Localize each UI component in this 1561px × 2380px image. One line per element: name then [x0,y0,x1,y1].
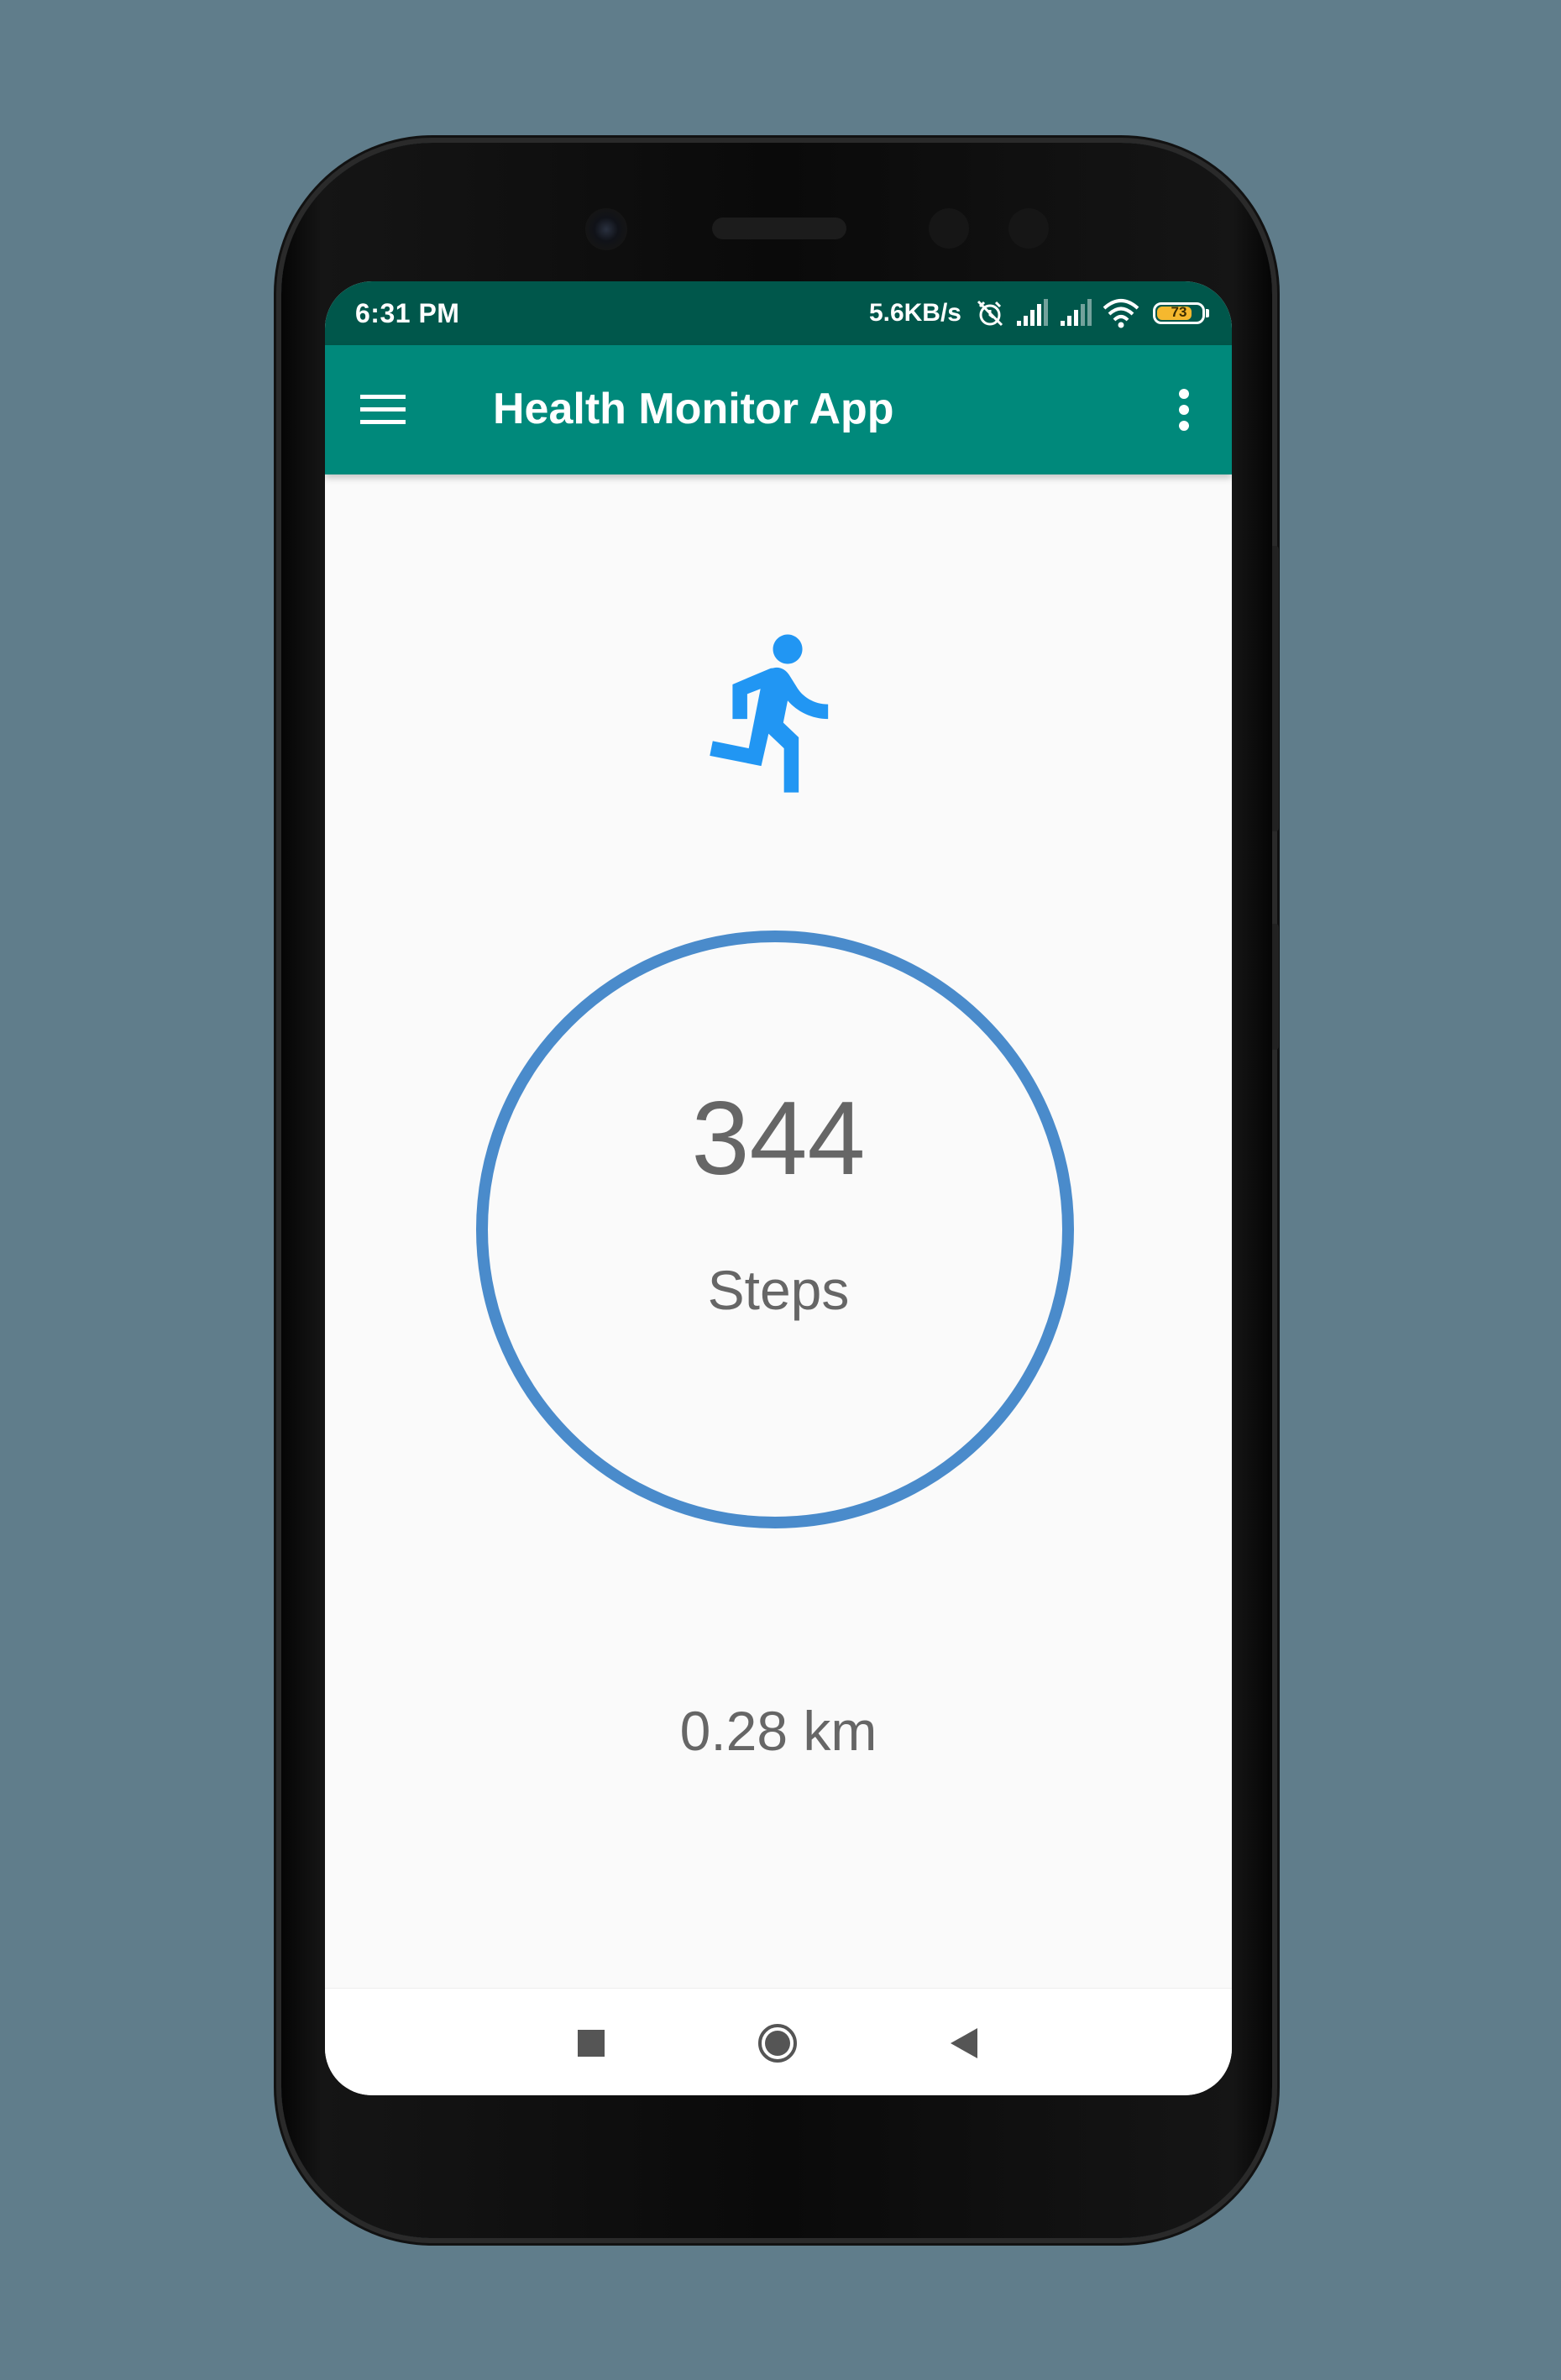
wifi-icon [1103,299,1139,328]
power-button [1272,924,1279,1050]
more-vert-icon[interactable] [1161,382,1207,438]
back-icon[interactable] [935,2014,993,2073]
distance-value: 0.28 km [679,1700,877,1762]
status-icons: 5.6KB/s 73 [868,295,1209,332]
system-nav-bar [325,1988,1232,2095]
directions-run-icon [710,634,829,793]
signal-icon [1061,299,1092,326]
status-bar: 6:31 PM 5.6KB/s 73 [325,281,1232,345]
signal-icon [1017,299,1048,326]
status-time: 6:31 PM [355,298,460,328]
steps-count: 344 [691,1081,866,1197]
phone-screen: 6:31 PM 5.6KB/s 73 Health Monitor App 34… [325,281,1232,2095]
app-title: Health Monitor App [493,385,894,433]
volume-button [1272,546,1279,831]
steps-label: Steps [707,1259,850,1321]
steps-progress-ring [476,931,1074,1528]
earpiece-speaker [712,218,846,239]
alarm-off-icon [977,300,1003,327]
front-camera [585,208,627,250]
battery-level: 73 [1171,304,1187,320]
proximity-sensor [929,208,969,249]
recent-apps-icon[interactable] [562,2014,621,2073]
app-bar: Health Monitor App [325,345,1232,474]
light-sensor [1008,208,1049,249]
hamburger-menu-icon[interactable] [355,382,411,438]
battery-icon: 73 [1153,302,1209,324]
home-icon[interactable] [748,2014,807,2073]
network-speed: 5.6KB/s [868,299,961,327]
